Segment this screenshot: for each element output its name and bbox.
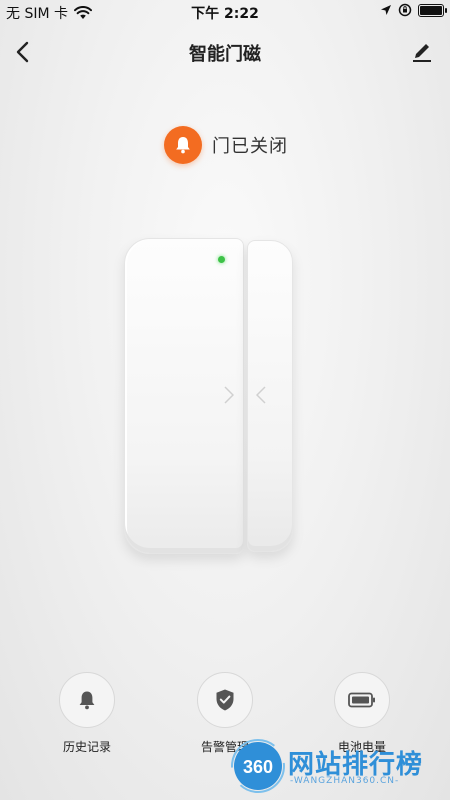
page-title: 智能门磁 bbox=[189, 44, 261, 65]
orientation-lock-icon bbox=[398, 3, 412, 17]
align-arrow-left-icon bbox=[256, 386, 266, 404]
nav-bar: 智能门磁 bbox=[0, 30, 450, 74]
history-button[interactable]: 历史记录 bbox=[47, 672, 127, 755]
status-icons bbox=[380, 3, 447, 17]
bell-icon bbox=[176, 137, 190, 154]
sensor-magnet bbox=[247, 240, 293, 552]
door-status-text: 门已关闭 bbox=[212, 136, 288, 157]
back-button[interactable] bbox=[10, 38, 38, 66]
history-button-circle bbox=[59, 672, 115, 728]
pencil-icon bbox=[413, 44, 431, 62]
history-label: 历史记录 bbox=[62, 740, 111, 754]
battery-button-circle bbox=[334, 672, 390, 728]
battery-icon bbox=[418, 3, 447, 17]
status-bell-badge bbox=[164, 126, 202, 164]
battery-icon bbox=[348, 692, 375, 708]
align-arrow-right-icon bbox=[224, 386, 234, 404]
status-bar: 无 SIM 卡 下午 2:22 bbox=[0, 0, 450, 24]
alarm-button-circle bbox=[197, 672, 253, 728]
status-led bbox=[218, 256, 225, 263]
watermark-logo-text: 360 bbox=[243, 757, 273, 777]
door-status: 门已关闭 bbox=[160, 122, 302, 168]
watermark-subtext: -WANGZHAN360.CN- bbox=[290, 776, 400, 786]
edit-button[interactable] bbox=[408, 38, 436, 66]
location-arrow-icon bbox=[381, 5, 391, 15]
battery-level-label: 电池电量 bbox=[337, 740, 386, 754]
bell-icon bbox=[79, 691, 95, 710]
shield-check-icon bbox=[216, 689, 234, 711]
battery-level-button[interactable]: 电池电量 bbox=[322, 672, 402, 755]
chevron-left-icon bbox=[16, 41, 29, 63]
alarm-management-label: 告警管理 bbox=[200, 740, 249, 754]
alarm-management-button[interactable]: 告警管理 bbox=[185, 672, 265, 755]
